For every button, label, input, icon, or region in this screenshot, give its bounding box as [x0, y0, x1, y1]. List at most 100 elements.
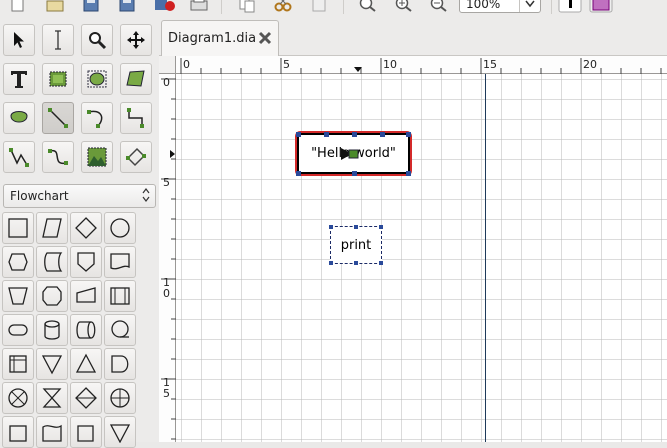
- display-icon: [77, 425, 94, 442]
- close-icon[interactable]: [257, 30, 273, 46]
- circle-plus-icon: [110, 388, 130, 408]
- connection-handle[interactable]: [379, 261, 383, 265]
- connection-handle[interactable]: [329, 225, 333, 229]
- layers-icon[interactable]: [588, 0, 614, 14]
- horizontal-ruler: 0 5 10 15 20: [176, 56, 667, 74]
- circle-icon: [110, 218, 130, 238]
- preparation-shape[interactable]: [2, 246, 34, 278]
- new-icon[interactable]: [6, 0, 28, 14]
- pointer-tool[interactable]: [3, 24, 35, 56]
- connection-handle[interactable]: [406, 171, 411, 176]
- transfer-shape[interactable]: [104, 416, 136, 448]
- scroll-tool[interactable]: [120, 24, 152, 56]
- connection-handle[interactable]: [296, 171, 301, 176]
- image-tool[interactable]: [81, 141, 113, 173]
- connection-handle[interactable]: [296, 132, 301, 137]
- box-tool[interactable]: [42, 63, 74, 95]
- updown-arrow-icon: [142, 188, 150, 202]
- save-icon[interactable]: [80, 0, 102, 14]
- delay-shape[interactable]: [104, 348, 136, 380]
- stored-data-shape[interactable]: [36, 246, 68, 278]
- circle-tail-icon: [111, 320, 129, 338]
- stored-data-icon: [44, 252, 63, 272]
- paste-icon[interactable]: [308, 0, 330, 14]
- offpage-connector-shape[interactable]: [70, 246, 102, 278]
- print-icon[interactable]: [188, 0, 210, 14]
- punched-tape-shape[interactable]: [36, 416, 68, 448]
- outline-icon: [126, 147, 146, 167]
- parallelogram-icon: [42, 218, 62, 238]
- connection-handle[interactable]: [354, 225, 358, 229]
- rectangle-icon: [8, 218, 28, 238]
- print-box[interactable]: print: [330, 226, 382, 264]
- circle-x-icon: [8, 388, 28, 408]
- internal-storage-shape[interactable]: [2, 348, 34, 380]
- diagram-canvas[interactable]: "Hello world" print: [176, 74, 667, 442]
- connection-handle[interactable]: [406, 132, 411, 137]
- line-arrow-icon: [341, 148, 359, 160]
- text-tool[interactable]: [3, 63, 35, 95]
- manual-input-shape[interactable]: [70, 280, 102, 312]
- cylinder-icon: [44, 320, 60, 340]
- arc-tool[interactable]: [81, 102, 113, 134]
- export-icon[interactable]: [152, 0, 178, 14]
- connection-handle[interactable]: [324, 132, 329, 137]
- connection-handle[interactable]: [329, 261, 333, 265]
- zoom-combo[interactable]: [459, 0, 541, 13]
- connection-handle[interactable]: [354, 261, 358, 265]
- process-shape[interactable]: [2, 212, 34, 244]
- outline-tool[interactable]: [120, 141, 152, 173]
- loop-limit-shape[interactable]: [36, 280, 68, 312]
- connection-handle[interactable]: [380, 132, 385, 137]
- connector-shape[interactable]: [104, 212, 136, 244]
- magnify-tool[interactable]: [81, 24, 113, 56]
- chevron-down-icon[interactable]: [519, 0, 540, 12]
- sequential-access-shape[interactable]: [104, 314, 136, 346]
- terminal-shape[interactable]: [2, 314, 34, 346]
- connection-handle[interactable]: [379, 225, 383, 229]
- rounded-pill-icon: [8, 324, 28, 336]
- cut-icon[interactable]: [272, 0, 294, 14]
- color-icon[interactable]: [557, 0, 583, 14]
- card-icon: [9, 425, 27, 442]
- collate-shape[interactable]: [36, 382, 68, 414]
- text-edit-tool[interactable]: [42, 24, 74, 56]
- predefined-process-shape[interactable]: [104, 280, 136, 312]
- zigzag-line-tool[interactable]: [120, 102, 152, 134]
- input-output-shape[interactable]: [36, 212, 68, 244]
- zoom-fit-icon[interactable]: [356, 0, 378, 14]
- polygon-tool[interactable]: [120, 63, 152, 95]
- tab-diagram1[interactable]: Diagram1.dia: [161, 20, 279, 56]
- open-icon[interactable]: [44, 0, 66, 14]
- zoom-out-icon[interactable]: [427, 0, 449, 14]
- document-shape[interactable]: [104, 246, 136, 278]
- offline-storage-shape[interactable]: [2, 416, 34, 448]
- extract-shape[interactable]: [70, 348, 102, 380]
- ruler-label: 0: [183, 58, 190, 71]
- move-arrows-icon: [127, 31, 145, 49]
- or-shape[interactable]: [104, 382, 136, 414]
- ruler-label: 15: [483, 58, 497, 71]
- display-shape[interactable]: [70, 416, 102, 448]
- polyline-tool[interactable]: [3, 141, 35, 173]
- beziergon-tool[interactable]: [3, 102, 35, 134]
- ruler-label: 5: [163, 176, 170, 189]
- merge-shape[interactable]: [36, 348, 68, 380]
- sort-shape[interactable]: [70, 382, 102, 414]
- sheet-selector[interactable]: Flowchart: [3, 184, 156, 208]
- summing-junction-shape[interactable]: [2, 382, 34, 414]
- ellipse-tool[interactable]: [81, 63, 113, 95]
- direct-access-storage-shape[interactable]: [70, 314, 102, 346]
- copy-icon[interactable]: [236, 0, 258, 14]
- polygon-shape-icon: [126, 70, 145, 87]
- decision-shape[interactable]: [70, 212, 102, 244]
- bezier-line-tool[interactable]: [42, 141, 74, 173]
- line-tool[interactable]: [42, 102, 74, 134]
- connection-handle[interactable]: [352, 171, 357, 176]
- connection-handle[interactable]: [352, 132, 357, 137]
- zoom-in-icon[interactable]: [392, 0, 414, 14]
- trapezoid-icon: [8, 287, 28, 305]
- save-as-icon[interactable]: [116, 0, 138, 14]
- magnetic-disk-shape[interactable]: [36, 314, 68, 346]
- manual-operation-shape[interactable]: [2, 280, 34, 312]
